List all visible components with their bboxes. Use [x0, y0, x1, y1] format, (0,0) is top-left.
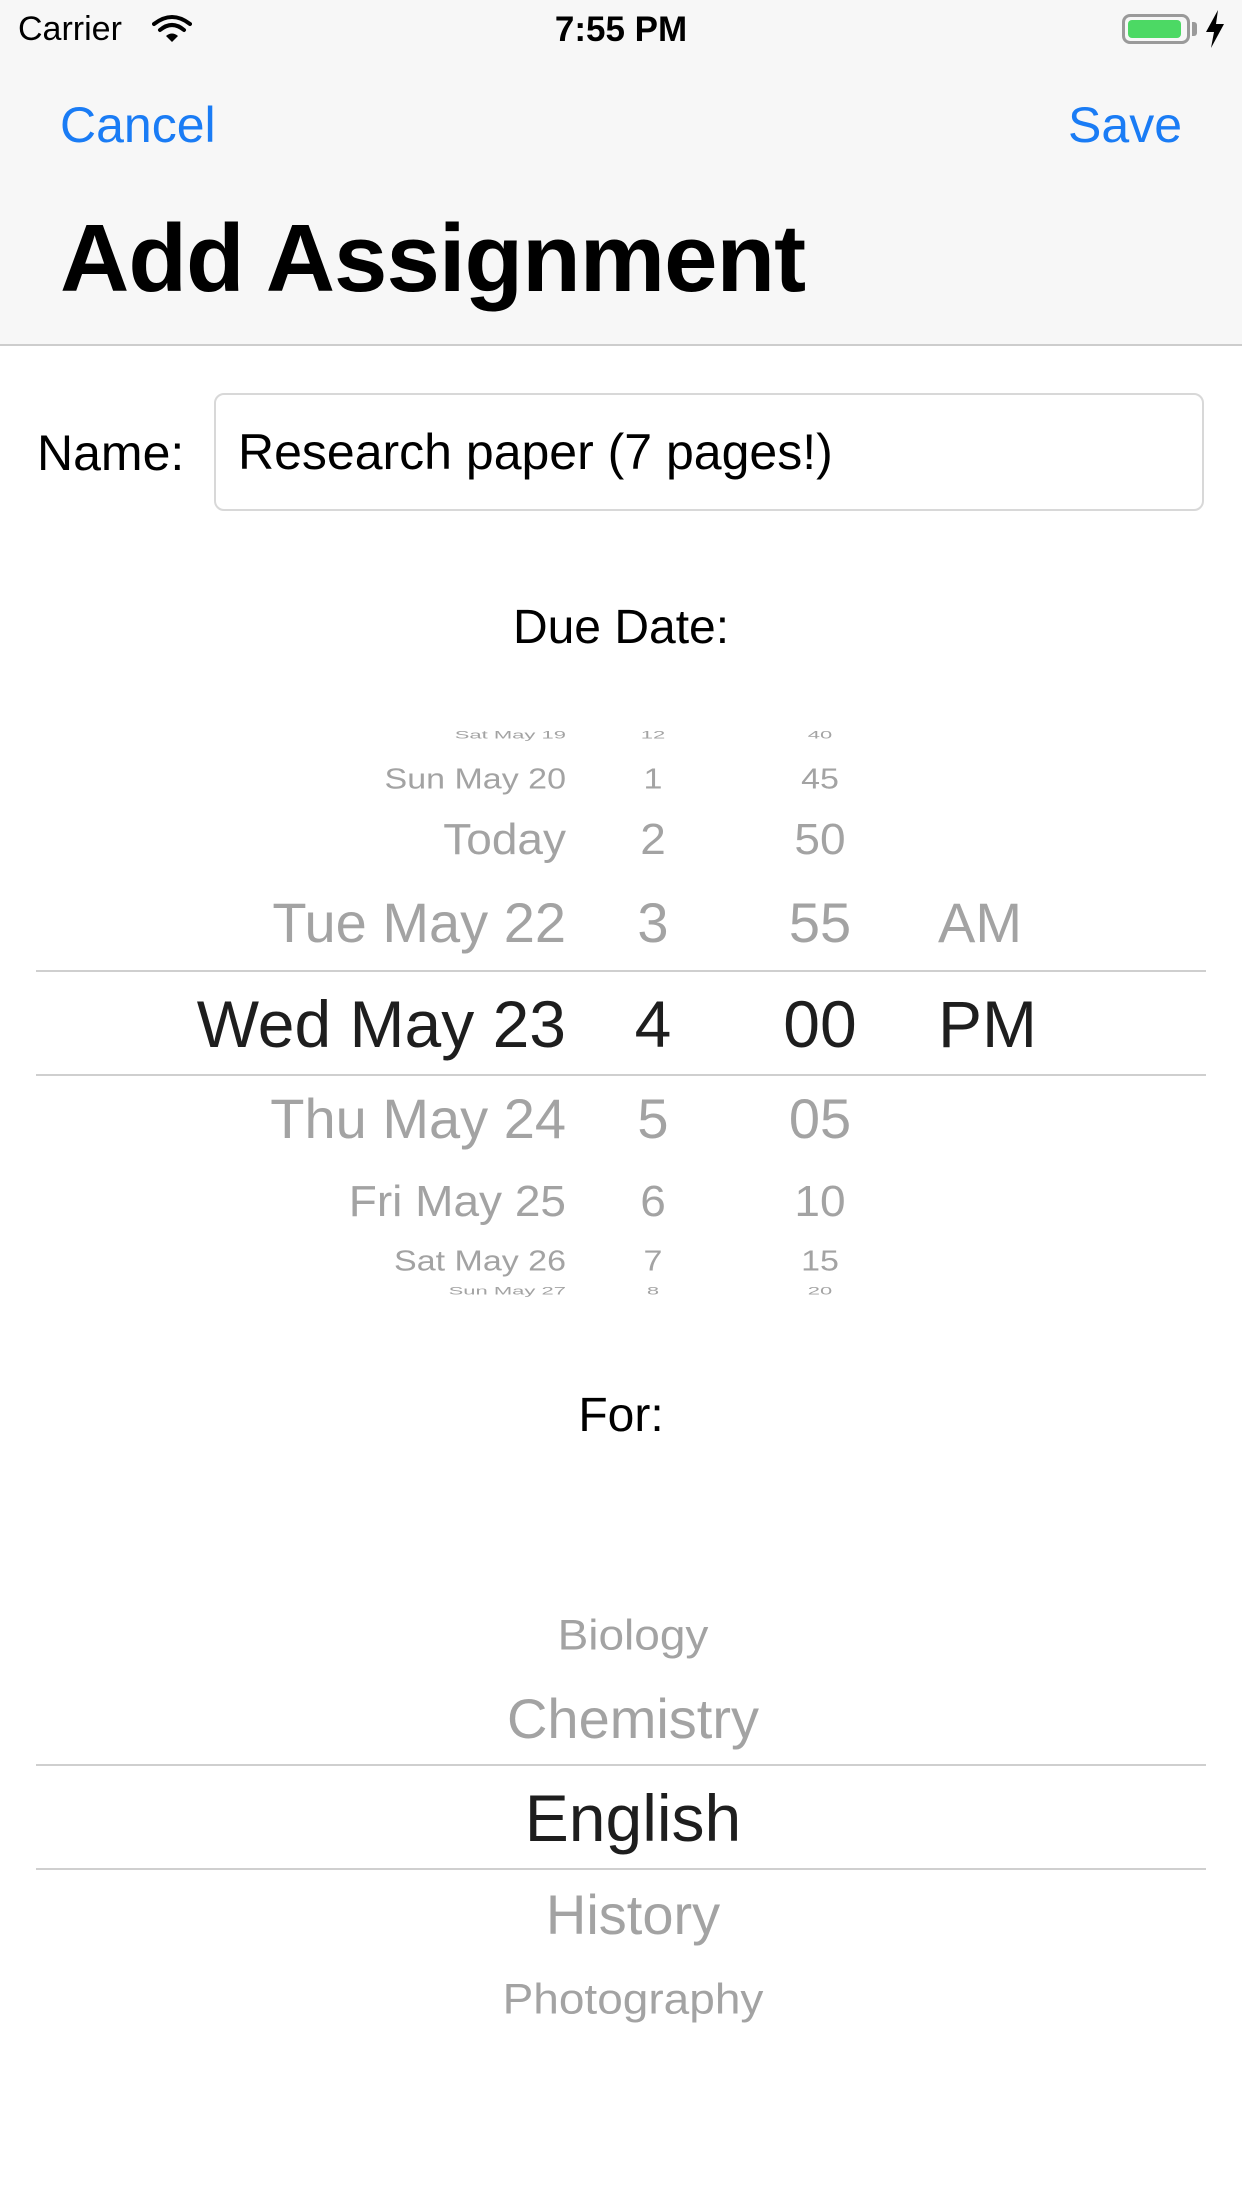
hour-wheel-item[interactable]: 12: [593, 729, 713, 742]
period-wheel-selected[interactable]: PM: [938, 986, 1037, 1062]
date-wheel-item[interactable]: Sun May 20: [385, 763, 566, 796]
date-wheel-item[interactable]: Sun May 27: [449, 1285, 566, 1298]
subject-picker[interactable]: Biology Chemistry English History Photog…: [0, 1580, 1242, 2040]
minute-wheel-item[interactable]: 05: [740, 1086, 900, 1151]
date-wheel-item[interactable]: Today: [443, 813, 566, 864]
subject-wheel-item[interactable]: Photography: [0, 1974, 1242, 2024]
hour-wheel-item[interactable]: 1: [593, 763, 713, 796]
battery-level-fill: [1128, 20, 1182, 38]
picker-selection-line-top: [36, 1764, 1206, 1766]
due-date-label: Due Date:: [512, 601, 730, 654]
minute-wheel-item[interactable]: 20: [740, 1285, 900, 1298]
battery-cap: [1192, 22, 1197, 36]
hour-wheel-item[interactable]: 6: [593, 1175, 713, 1226]
minute-wheel-item[interactable]: 55: [740, 890, 900, 955]
date-wheel-item[interactable]: Sat May 19: [455, 729, 566, 742]
name-label: Name:: [37, 425, 185, 481]
for-label: For:: [578, 1389, 664, 1442]
picker-selection-line-bottom: [36, 1074, 1206, 1076]
hour-wheel-item[interactable]: 5: [593, 1086, 713, 1151]
subject-wheel-item[interactable]: History: [0, 1882, 1242, 1947]
minute-wheel-item[interactable]: 15: [740, 1245, 900, 1278]
period-wheel-item[interactable]: AM: [938, 890, 1022, 955]
subject-wheel-selected[interactable]: English: [0, 1780, 1242, 1856]
hour-wheel-item[interactable]: 8: [593, 1285, 713, 1298]
date-wheel-item[interactable]: Sat May 26: [394, 1245, 566, 1278]
date-wheel-item[interactable]: Tue May 22: [272, 890, 566, 955]
picker-selection-line-bottom: [36, 1868, 1206, 1870]
navigation-bar: Cancel Save Add Assignment: [0, 62, 1242, 346]
hour-wheel-item[interactable]: 2: [593, 813, 713, 864]
cancel-button[interactable]: Cancel: [60, 96, 216, 154]
hour-wheel-item[interactable]: 3: [593, 890, 713, 955]
clock: 7:55 PM: [554, 10, 688, 49]
hour-wheel-selected[interactable]: 4: [593, 986, 713, 1062]
minute-wheel-item[interactable]: 45: [740, 763, 900, 796]
save-button[interactable]: Save: [1068, 96, 1182, 154]
page-title: Add Assignment: [60, 205, 806, 312]
name-field[interactable]: [214, 393, 1204, 511]
picker-selection-line-top: [36, 970, 1206, 972]
battery-icon: [1122, 14, 1190, 44]
minute-wheel-item[interactable]: 50: [740, 813, 900, 864]
status-bar: Carrier 7:55 PM: [0, 0, 1242, 62]
minute-wheel-item[interactable]: 40: [740, 729, 900, 742]
date-wheel-item[interactable]: Thu May 24: [270, 1086, 566, 1151]
subject-wheel-item[interactable]: Biology: [0, 1610, 1242, 1660]
subject-wheel-item[interactable]: Chemistry: [0, 1686, 1242, 1751]
hour-wheel-item[interactable]: 7: [593, 1245, 713, 1278]
charging-bolt-icon: [1206, 10, 1224, 48]
minute-wheel-selected[interactable]: 00: [740, 986, 900, 1062]
date-wheel-selected[interactable]: Wed May 23: [197, 986, 566, 1062]
date-wheel-item[interactable]: Fri May 25: [349, 1175, 566, 1226]
minute-wheel-item[interactable]: 10: [740, 1175, 900, 1226]
due-date-picker[interactable]: Sat May 19 Sun May 20 Today Tue May 22 W…: [0, 729, 1242, 1306]
